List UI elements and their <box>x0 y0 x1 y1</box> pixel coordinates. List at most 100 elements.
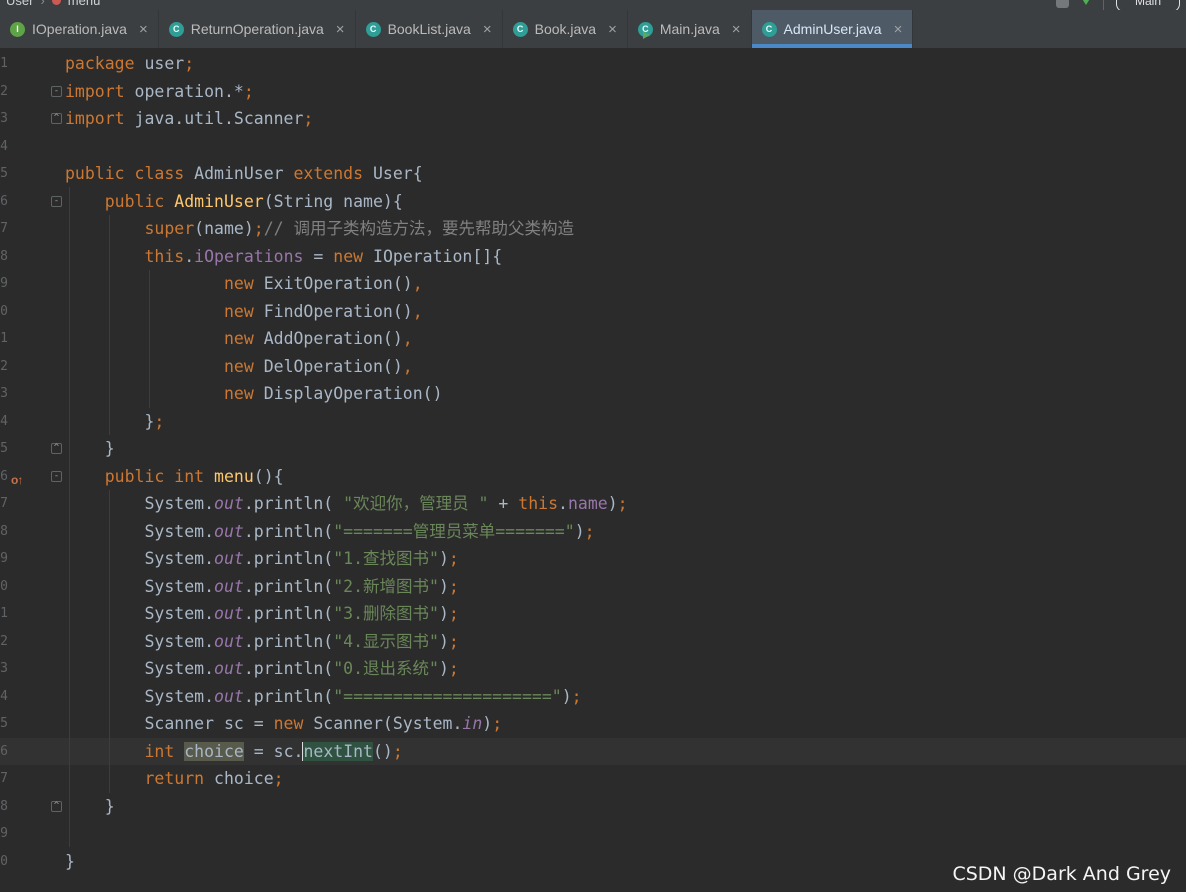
code-line[interactable]: 12 new DelOperation(), <box>0 353 1186 381</box>
line-number[interactable]: 2 <box>0 78 8 106</box>
code-line[interactable]: 4 <box>0 133 1186 161</box>
line-number[interactable]: 9 <box>0 270 8 298</box>
update-arrow-icon[interactable] <box>1080 0 1091 5</box>
line-number[interactable]: 25 <box>0 710 8 738</box>
breadcrumb-user[interactable]: User <box>6 0 33 8</box>
close-tab-icon[interactable]: × <box>608 22 617 37</box>
fold-start-icon[interactable]: - <box>51 85 62 97</box>
line-number[interactable]: 8 <box>0 243 8 271</box>
line-number[interactable]: 21 <box>0 600 8 628</box>
line-number[interactable]: 28 <box>0 793 8 821</box>
line-number[interactable]: 20 <box>0 573 8 601</box>
line-number[interactable]: 7 <box>0 215 8 243</box>
gutter[interactable]: 30 <box>0 848 65 876</box>
line-number[interactable]: 13 <box>0 380 8 408</box>
gutter[interactable]: 10 <box>0 298 65 326</box>
line-number[interactable]: 5 <box>0 160 8 188</box>
line-number[interactable]: 10 <box>0 298 8 326</box>
gutter[interactable]: 6- <box>0 188 65 216</box>
line-number[interactable]: 6 <box>0 188 8 216</box>
fold-start-icon[interactable]: - <box>51 470 62 482</box>
fold-end-icon[interactable]: ^ <box>51 113 62 124</box>
tab-AdminUser.java[interactable]: C AdminUser.java × <box>751 10 914 48</box>
tab-ReturnOperation.java[interactable]: C ReturnOperation.java × <box>159 10 356 48</box>
line-number[interactable]: 26 <box>0 738 8 766</box>
code-line[interactable]: 18 System.out.println("=======管理员菜单=====… <box>0 518 1186 546</box>
code-line[interactable]: 28 ^ } <box>0 793 1186 821</box>
line-number[interactable]: 23 <box>0 655 8 683</box>
code-line[interactable]: 22 System.out.println("4.显示图书"); <box>0 628 1186 656</box>
fold-end-icon[interactable]: ^ <box>51 800 62 812</box>
code-line[interactable]: 3 ^ import java.util.Scanner; <box>0 105 1186 133</box>
code-line[interactable]: 9 new ExitOperation(), <box>0 270 1186 298</box>
line-number[interactable]: 24 <box>0 683 8 711</box>
code-line[interactable]: 15 ^ } <box>0 435 1186 463</box>
line-number[interactable]: 1 <box>0 50 8 78</box>
gutter[interactable]: 19 <box>0 545 65 573</box>
code-line[interactable]: 10 new FindOperation(), <box>0 298 1186 326</box>
user-profile-icon[interactable] <box>1055 0 1069 8</box>
line-number[interactable]: 30 <box>0 848 8 876</box>
gutter[interactable]: 29 <box>0 820 65 848</box>
gutter[interactable]: 14 <box>0 408 65 436</box>
code-line[interactable]: 26 int choice = sc.nextInt(); <box>0 737 1186 766</box>
code-line[interactable]: 13 new DisplayOperation() <box>0 380 1186 408</box>
breadcrumb-menu[interactable]: menu <box>68 0 101 8</box>
code-line[interactable]: 19 System.out.println("1.查找图书"); <box>0 545 1186 573</box>
fold-end-icon[interactable]: ^ <box>51 443 62 454</box>
code-line[interactable]: 27 return choice; <box>0 765 1186 793</box>
line-number[interactable]: 3 <box>0 105 8 133</box>
code-line[interactable]: 23 System.out.println("0.退出系统"); <box>0 655 1186 683</box>
line-number[interactable]: 12 <box>0 353 8 381</box>
close-tab-icon[interactable]: × <box>483 22 492 37</box>
code-line[interactable]: 29 <box>0 820 1186 848</box>
tab-Main.java[interactable]: C Main.java × <box>628 10 752 48</box>
code-line[interactable]: 11 new AddOperation(), <box>0 325 1186 353</box>
tab-IOperation.java[interactable]: I IOperation.java × <box>0 10 159 48</box>
gutter[interactable]: 2- <box>0 78 65 106</box>
run-config-selector[interactable]: Main <box>1115 0 1180 10</box>
gutter[interactable]: 8 <box>0 243 65 271</box>
close-tab-icon[interactable]: × <box>336 22 345 37</box>
gutter[interactable]: 25 <box>0 710 65 738</box>
line-number[interactable]: 18 <box>0 518 8 546</box>
gutter[interactable]: 7 <box>0 215 65 243</box>
gutter[interactable]: 21 <box>0 600 65 628</box>
code-line[interactable]: 14 }; <box>0 408 1186 436</box>
gutter[interactable]: 24 <box>0 683 65 711</box>
line-number[interactable]: 27 <box>0 765 8 793</box>
close-tab-icon[interactable]: × <box>732 22 741 37</box>
code-editor[interactable]: 1 package user; 2- import operation.*; 3 ^ imp… <box>0 48 1186 892</box>
code-line[interactable]: 2- import operation.*; <box>0 78 1186 106</box>
fold-start-icon[interactable]: - <box>51 195 62 207</box>
tab-Book.java[interactable]: C Book.java × <box>503 10 628 48</box>
line-number[interactable]: 16 <box>0 463 8 491</box>
code-line[interactable]: 5 public class AdminUser extends User{ <box>0 160 1186 188</box>
line-number[interactable]: 15 <box>0 435 8 463</box>
line-number[interactable]: 19 <box>0 545 8 573</box>
code-line[interactable]: 20 System.out.println("2.新增图书"); <box>0 573 1186 601</box>
close-tab-icon[interactable]: × <box>894 22 903 37</box>
code-line[interactable]: 6- public AdminUser(String name){ <box>0 188 1186 216</box>
code-line[interactable]: 25 Scanner sc = new Scanner(System.in); <box>0 710 1186 738</box>
gutter[interactable]: 18 <box>0 518 65 546</box>
code-line[interactable]: 7 super(name);// 调用子类构造方法，要先帮助父类构造 <box>0 215 1186 243</box>
gutter[interactable]: 22 <box>0 628 65 656</box>
gutter[interactable]: 1 <box>0 50 65 78</box>
gutter[interactable]: 27 <box>0 765 65 793</box>
line-number[interactable]: 17 <box>0 490 8 518</box>
gutter[interactable]: 13 <box>0 380 65 408</box>
line-number[interactable]: 14 <box>0 408 8 436</box>
gutter[interactable]: 20 <box>0 573 65 601</box>
gutter[interactable]: 16o↑- <box>0 463 65 491</box>
line-number[interactable]: 29 <box>0 820 8 848</box>
gutter[interactable]: 12 <box>0 353 65 381</box>
gutter[interactable]: 28 ^ <box>0 793 65 821</box>
code-line[interactable]: 21 System.out.println("3.删除图书"); <box>0 600 1186 628</box>
gutter[interactable]: 26 <box>0 738 65 766</box>
code-line[interactable]: 24 System.out.println("=================… <box>0 683 1186 711</box>
tab-BookList.java[interactable]: C BookList.java × <box>356 10 503 48</box>
code-line[interactable]: 8 this.iOperations = new IOperation[]{ <box>0 243 1186 271</box>
code-line[interactable]: 17 System.out.println( "欢迎你，管理员 " + this… <box>0 490 1186 518</box>
gutter[interactable]: 4 <box>0 133 65 161</box>
